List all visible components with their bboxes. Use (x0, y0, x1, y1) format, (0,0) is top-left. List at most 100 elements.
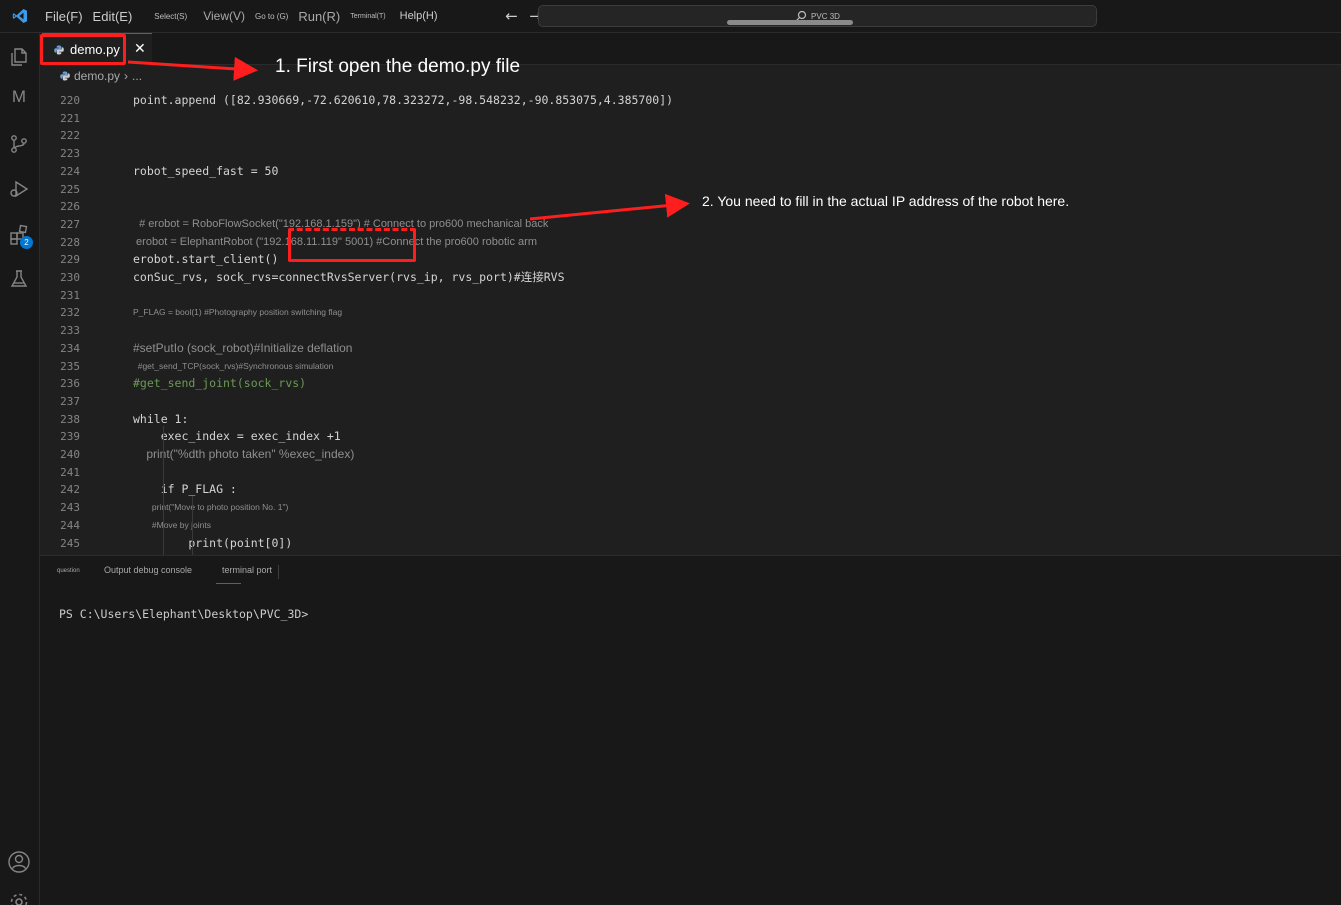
code-line[interactable]: 239 exec_index = exec_index +1 (40, 428, 1341, 445)
code-line[interactable]: 222 (40, 127, 1341, 144)
code-line[interactable]: 226 (40, 198, 1341, 215)
close-icon[interactable]: ✕ (134, 41, 146, 57)
breadcrumb-more[interactable]: ... (132, 69, 142, 83)
line-number: 244 (60, 518, 80, 532)
activity-bar: M 2 (0, 33, 40, 905)
line-number: 242 (60, 483, 80, 497)
code-line[interactable]: 230 conSuc_rvs, sock_rvs=connectRvsServer… (40, 269, 1341, 286)
code-text: erobot.start_client() (133, 252, 279, 267)
extensions-icon[interactable]: 2 (5, 221, 33, 249)
extensions-badge: 2 (20, 236, 33, 249)
indent-guide (192, 496, 193, 555)
line-number: 236 (60, 377, 80, 391)
code-line[interactable]: 245 print(point[0]) (40, 535, 1341, 552)
code-line[interactable]: 243 print("Move to photo position No. 1"… (40, 499, 1341, 516)
code-line[interactable]: 238 while 1: (40, 411, 1341, 428)
code-text: P_FLAG = bool(1) #Photography position s… (133, 307, 343, 318)
tab-terminal[interactable]: terminal port (222, 565, 280, 579)
line-number: 240 (60, 448, 80, 461)
code-line[interactable]: 240 print("%dth photo taken" %exec_index… (40, 446, 1341, 463)
code-line[interactable]: 224 robot_speed_fast = 50 (40, 163, 1341, 180)
line-number: 234 (60, 341, 80, 355)
line-number: 223 (60, 147, 80, 161)
code-line[interactable]: 220 point.append ([82.930669,-72.620610,7… (40, 92, 1341, 109)
code-line[interactable]: 228 erobot = ElephantRobot ("192.168.11.… (40, 234, 1341, 251)
line-number: 228 (60, 235, 80, 249)
code-text: #Move by joints (133, 519, 211, 530)
line-number: 231 (60, 288, 80, 302)
line-number: 227 (60, 217, 80, 231)
source-control-m-icon[interactable]: M (5, 83, 33, 111)
code-text: if P_FLAG : (133, 482, 237, 497)
code-text: #setPutIo (sock_robot)#Initialize deflat… (133, 340, 353, 355)
line-number: 225 (60, 182, 80, 196)
menu-edit[interactable]: Edit(E) (88, 9, 138, 24)
code-text: point.append ([82.930669,-72.620610,78.3… (133, 93, 674, 107)
tab-output-debug-console[interactable]: Output debug console (104, 565, 192, 575)
vscode-logo-icon (0, 0, 40, 33)
line-number: 229 (60, 253, 80, 267)
line-number: 232 (60, 306, 80, 320)
code-text: print(point[0]) (133, 535, 293, 550)
python-file-icon (60, 66, 70, 85)
menu-file[interactable]: File(F) (40, 9, 88, 24)
account-icon[interactable] (5, 848, 33, 876)
line-number: 224 (60, 164, 80, 178)
bottom-panel: question Output debug console terminal p… (40, 555, 1341, 905)
code-line[interactable]: 232 P_FLAG = bool(1) #Photography positio… (40, 304, 1341, 321)
code-text: #get_send_joint(sock_rvs) (133, 376, 307, 391)
code-line[interactable]: 237 (40, 393, 1341, 410)
code-line[interactable]: 223 (40, 145, 1341, 162)
line-number: 241 (60, 465, 80, 479)
annotation-box-ip (288, 228, 416, 262)
code-line[interactable]: 233 (40, 322, 1341, 339)
menu-run[interactable]: Run(R) (293, 9, 345, 24)
code-editor[interactable]: 220 point.append ([82.930669,-72.620610,7… (40, 86, 1341, 555)
code-line[interactable]: 241 (40, 464, 1341, 481)
source-control-icon[interactable] (5, 130, 33, 158)
settings-gear-icon[interactable] (5, 888, 33, 905)
code-line[interactable]: 236 #get_send_joint(sock_rvs) (40, 375, 1341, 392)
code-line[interactable]: 244 #Move by joints (40, 517, 1341, 534)
line-number: 222 (60, 129, 80, 143)
menu-select[interactable]: Select(S) (149, 12, 192, 21)
annotation-step2: 2. You need to fill in the actual IP add… (702, 193, 1070, 209)
menu-goto[interactable]: Go to (G) (250, 12, 293, 21)
menu-view[interactable]: View(V) (198, 9, 250, 23)
explorer-icon[interactable] (5, 43, 33, 71)
breadcrumb-file[interactable]: demo.py (74, 69, 120, 83)
line-number: 239 (60, 430, 80, 444)
line-number: 233 (60, 324, 80, 338)
tab-question[interactable]: question (57, 568, 80, 574)
code-text: print("Move to photo position No. 1") (133, 502, 289, 513)
menu-terminal[interactable]: Terminal(T) (345, 13, 390, 20)
code-line[interactable]: 234 #setPutIo (sock_robot)#Initialize def… (40, 340, 1341, 357)
indent-guide (163, 426, 164, 555)
code-line[interactable]: 231 (40, 287, 1341, 304)
breadcrumb: demo.py › ... (40, 65, 1341, 86)
navigation-arrows: ← → (505, 7, 543, 25)
line-number: 243 (60, 501, 80, 515)
run-debug-icon[interactable] (5, 175, 33, 203)
menu-help[interactable]: Help(H) (395, 10, 443, 22)
title-bar: File(F) Edit(E) Select(S) View(V) Go to … (0, 0, 1341, 33)
code-line[interactable]: 229 erobot.start_client() (40, 251, 1341, 268)
code-text: #get_send_TCP(sock_rvs)#Synchronous simu… (133, 360, 334, 371)
arrow-left-icon[interactable]: ← (505, 7, 519, 25)
code-line[interactable]: 235 #get_send_TCP(sock_rvs)#Synchronous … (40, 358, 1341, 375)
code-text: exec_index = exec_index +1 (133, 429, 341, 444)
code-line[interactable]: 242 if P_FLAG : (40, 481, 1341, 498)
command-center-search[interactable]: PVC 3D (538, 5, 1097, 27)
code-line[interactable]: 221 (40, 110, 1341, 127)
terminal-prompt[interactable]: PS C:\Users\Elephant\Desktop\PVC_3D> (59, 607, 308, 621)
line-number: 235 (60, 359, 80, 373)
line-number: 230 (60, 271, 80, 284)
chevron-right-icon: › (124, 68, 129, 83)
code-line[interactable]: 225 (40, 181, 1341, 198)
line-number: 220 (60, 94, 80, 107)
annotation-box-tab (40, 34, 126, 65)
testing-icon[interactable] (5, 265, 33, 293)
line-number: 237 (60, 394, 80, 408)
code-line[interactable]: 227 # erobot = RoboFlowSocket("192.168.1… (40, 216, 1341, 233)
code-text: while 1: (133, 411, 189, 426)
